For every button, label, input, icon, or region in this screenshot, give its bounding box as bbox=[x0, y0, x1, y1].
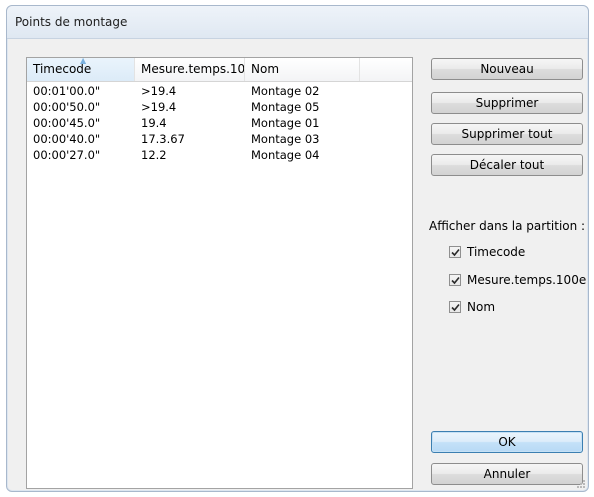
mesure-checkbox[interactable] bbox=[449, 274, 461, 286]
afficher-partition-label: Afficher dans la partition : bbox=[429, 219, 586, 233]
list-row[interactable]: 00:00'45.0" 19.4 Montage 01 bbox=[27, 115, 412, 131]
title-bar[interactable]: Points de montage bbox=[7, 6, 588, 39]
checkmark-icon bbox=[451, 303, 460, 312]
cell-timecode: 00:01'00.0" bbox=[33, 84, 101, 98]
checkmark-icon bbox=[451, 276, 460, 285]
cell-timecode: 00:00'45.0" bbox=[33, 116, 101, 130]
supprimer-tout-button[interactable]: Supprimer tout bbox=[431, 123, 583, 145]
list-header: ▲ Timecode Mesure.temps.100e Nom bbox=[27, 58, 412, 82]
sort-ascending-icon: ▲ bbox=[80, 58, 87, 65]
cell-timecode: 00:00'50.0" bbox=[33, 100, 101, 114]
dialog-content: ▲ Timecode Mesure.temps.100e Nom 00:01'0… bbox=[13, 42, 586, 489]
column-header-mesure[interactable]: Mesure.temps.100e bbox=[135, 58, 245, 81]
cell-timecode: 00:00'40.0" bbox=[33, 132, 101, 146]
cell-mesure: 19.4 bbox=[141, 116, 167, 130]
nom-checkbox[interactable] bbox=[449, 301, 461, 313]
mesure-checkbox-label: Mesure.temps.100e bbox=[467, 273, 587, 287]
cell-nom: Montage 02 bbox=[251, 84, 320, 98]
list-row[interactable]: 00:00'50.0" >19.4 Montage 05 bbox=[27, 99, 412, 115]
montage-points-list[interactable]: ▲ Timecode Mesure.temps.100e Nom 00:01'0… bbox=[26, 57, 413, 489]
decaler-tout-button[interactable]: Décaler tout bbox=[431, 154, 583, 176]
timecode-checkbox[interactable] bbox=[449, 246, 461, 258]
column-header-timecode[interactable]: ▲ Timecode bbox=[27, 58, 135, 81]
supprimer-button[interactable]: Supprimer bbox=[431, 92, 583, 114]
nom-checkbox-label: Nom bbox=[467, 300, 496, 314]
nouveau-button[interactable]: Nouveau bbox=[431, 58, 583, 80]
cell-nom: Montage 01 bbox=[251, 116, 320, 130]
cell-mesure: >19.4 bbox=[141, 84, 177, 98]
cell-mesure: >19.4 bbox=[141, 100, 177, 114]
cell-timecode: 00:00'27.0" bbox=[33, 148, 101, 162]
cell-nom: Montage 04 bbox=[251, 148, 320, 162]
list-row[interactable]: 00:00'40.0" 17.3.67 Montage 03 bbox=[27, 131, 412, 147]
cell-mesure: 17.3.67 bbox=[141, 132, 185, 146]
column-header-nom[interactable]: Nom bbox=[245, 58, 360, 81]
list-row[interactable]: 00:01'00.0" >19.4 Montage 02 bbox=[27, 83, 412, 99]
timecode-checkbox-label: Timecode bbox=[467, 245, 526, 259]
cell-nom: Montage 03 bbox=[251, 132, 320, 146]
column-header-label: Mesure.temps.100e bbox=[141, 62, 245, 76]
checkmark-icon bbox=[451, 248, 460, 257]
cell-mesure: 12.2 bbox=[141, 148, 167, 162]
cell-nom: Montage 05 bbox=[251, 100, 320, 114]
points-de-montage-dialog: Points de montage ▲ Timecode Mesure.temp… bbox=[6, 5, 589, 492]
column-header-label: Nom bbox=[251, 62, 280, 76]
ok-button[interactable]: OK bbox=[431, 431, 583, 453]
window-title: Points de montage bbox=[15, 15, 128, 29]
list-row[interactable]: 00:00'27.0" 12.2 Montage 04 bbox=[27, 147, 412, 163]
resize-grip-icon[interactable] bbox=[576, 479, 586, 489]
annuler-button[interactable]: Annuler bbox=[431, 463, 583, 485]
